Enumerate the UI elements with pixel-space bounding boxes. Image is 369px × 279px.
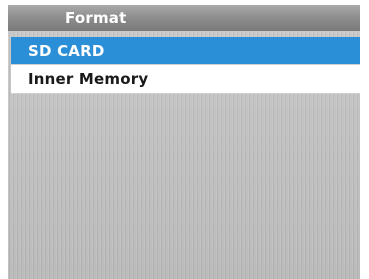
menu-item-label: Inner Memory <box>28 70 149 88</box>
format-menu: SD CARD Inner Memory <box>11 37 360 94</box>
device-screen: Format SD CARD Inner Memory <box>8 5 360 279</box>
screen-title: Format <box>65 9 127 27</box>
title-bar: Format <box>8 5 360 31</box>
menu-item-inner-memory[interactable]: Inner Memory <box>11 65 360 94</box>
menu-item-label: SD CARD <box>28 42 105 60</box>
menu-item-sd-card[interactable]: SD CARD <box>11 37 360 65</box>
